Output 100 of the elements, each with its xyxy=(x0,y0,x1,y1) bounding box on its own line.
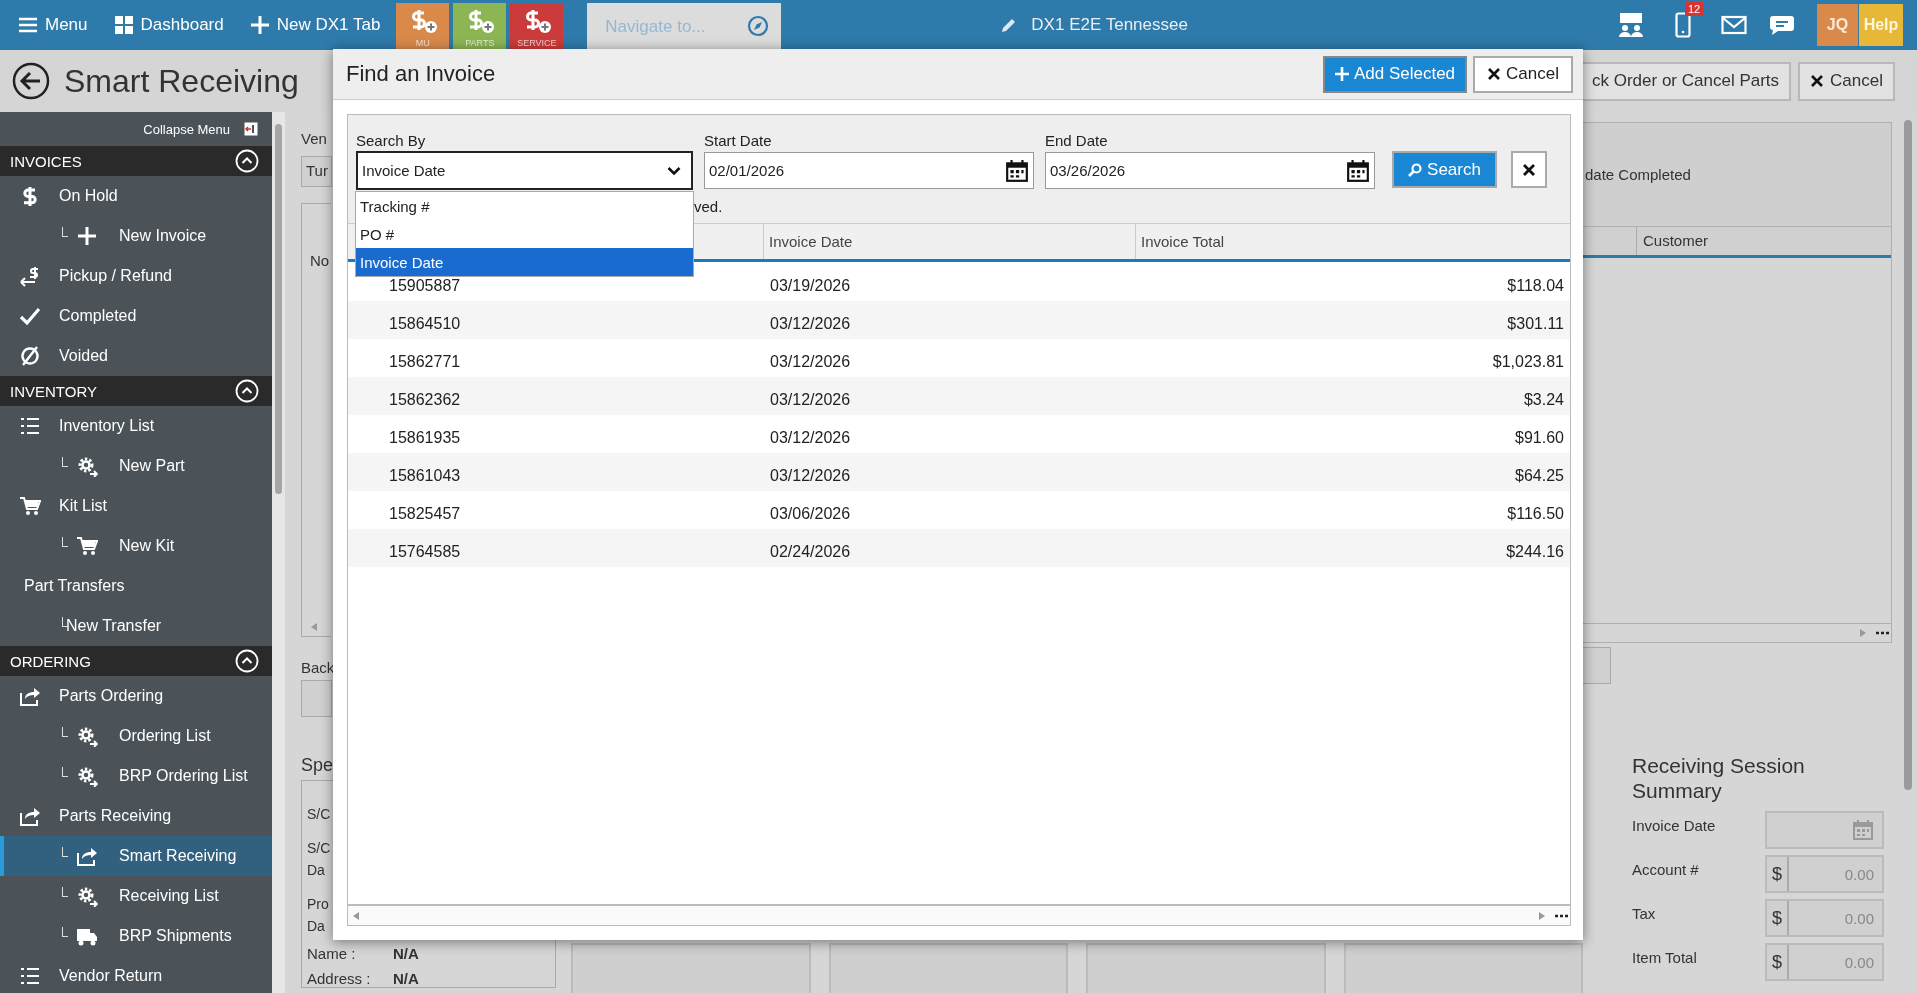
cart-icon xyxy=(76,535,98,557)
phone-icon[interactable] xyxy=(1675,12,1691,38)
sidebar-item[interactable]: Part Transfers xyxy=(0,566,272,606)
collapse-menu-link[interactable]: Collapse Menu xyxy=(143,121,230,137)
check-icon xyxy=(19,305,41,327)
sidebar-item[interactable]: Kit List xyxy=(0,486,272,526)
sidebar-item[interactable]: Smart Receiving xyxy=(0,836,272,876)
sidebar-item[interactable]: BRP Shipments xyxy=(0,916,272,956)
menu-icon xyxy=(18,15,38,35)
table-cell-text: 15862771 xyxy=(388,352,462,371)
sidebar-scrollbar[interactable] xyxy=(272,112,285,993)
table-cell-text: $118.04 xyxy=(1506,276,1565,295)
section-title: INVENTORY xyxy=(10,382,97,400)
page-title: Smart Receiving xyxy=(64,62,299,100)
menu-button[interactable]: Menu xyxy=(18,11,88,39)
section-header[interactable]: ORDERING xyxy=(0,646,272,676)
table-cell-text: 03/12/2026 xyxy=(769,428,852,447)
dropdown-option[interactable]: Tracking # xyxy=(356,192,693,220)
dropdown-option[interactable]: Invoice Date xyxy=(356,248,693,276)
amount-field[interactable]: $ 0.00 xyxy=(1765,899,1884,937)
sidebar-item[interactable]: Pickup / Refund xyxy=(0,256,272,296)
tree-connector xyxy=(62,727,68,737)
input-field[interactable] xyxy=(1583,647,1611,684)
table-cell-text: 15861935 xyxy=(388,428,462,447)
people-board-icon[interactable] xyxy=(1617,12,1645,38)
sidebar-item[interactable]: BRP Ordering List xyxy=(0,756,272,796)
dashboard-button[interactable]: Dashboard xyxy=(113,11,224,39)
scroll-left-icon[interactable] xyxy=(352,910,360,921)
sidebar-item[interactable]: New Part xyxy=(0,446,272,486)
table-cell-text: $116.50 xyxy=(1506,504,1565,523)
field-label: Item Total xyxy=(1632,948,1698,968)
section-header[interactable]: INVOICES xyxy=(0,146,272,176)
section-header[interactable]: INVENTORY xyxy=(0,376,272,406)
sidebar-item[interactable]: New Transfer xyxy=(0,606,272,646)
chat-icon[interactable] xyxy=(1769,14,1795,36)
search-button[interactable]: Search xyxy=(1392,151,1497,188)
navigate-field[interactable]: Navigate to... xyxy=(587,3,782,50)
collapse-icon[interactable] xyxy=(244,122,258,136)
add-selected-button[interactable]: Add Selected xyxy=(1322,55,1468,93)
clear-button[interactable] xyxy=(1511,151,1547,188)
mail-icon[interactable] xyxy=(1721,14,1747,36)
end-date-field[interactable]: 03/26/2026 xyxy=(1045,152,1375,189)
tree-connector xyxy=(62,847,68,857)
table-cell-text: 03/06/2026 xyxy=(769,504,852,523)
scroll-right-icon[interactable] xyxy=(1538,910,1546,921)
table-cell-text: 03/12/2026 xyxy=(769,314,852,333)
search-by-dropdown[interactable]: Invoice Date xyxy=(356,151,693,190)
field-label: End Date xyxy=(1045,132,1109,149)
field-label: Invoice Date xyxy=(1632,816,1717,836)
tree-connector xyxy=(62,537,68,547)
sidebar-item[interactable]: On Hold xyxy=(0,176,272,216)
amount-value: 0.00 xyxy=(1844,953,1875,971)
column-header[interactable]: Invoice Date xyxy=(763,224,1135,259)
sidebar-item[interactable]: Vendor Return xyxy=(0,956,272,993)
amount-field[interactable]: $ 0.00 xyxy=(1765,943,1884,981)
cancel-button[interactable]: Cancel xyxy=(1798,61,1895,101)
tree-connector xyxy=(62,617,68,627)
app-tile[interactable]: SERVICE xyxy=(510,3,564,50)
sidebar-item[interactable]: Receiving List xyxy=(0,876,272,916)
notice-text: ved. xyxy=(694,198,723,215)
arrow-tray-icon xyxy=(19,685,41,707)
sidebar-item[interactable]: Voided xyxy=(0,336,272,376)
sidebar-item[interactable]: Parts Ordering xyxy=(0,676,272,716)
horizontal-scrollbar[interactable] xyxy=(348,904,1570,925)
column-header[interactable]: Invoice Total xyxy=(1135,224,1570,259)
sidebar-item[interactable]: New Invoice xyxy=(0,216,272,256)
field-label: Back xyxy=(301,659,335,676)
dialog-title: Find an Invoice xyxy=(346,61,496,87)
sidebar-item[interactable]: Inventory List xyxy=(0,406,272,446)
start-date-field[interactable]: 02/01/2026 xyxy=(704,152,1034,189)
chevron-circle-icon[interactable] xyxy=(235,379,259,403)
field-label: Search By xyxy=(356,132,427,149)
sidebar-item[interactable]: Completed xyxy=(0,296,272,336)
input-field[interactable] xyxy=(301,680,332,717)
table-cell-text: $244.16 xyxy=(1505,542,1565,561)
table-cell-text: $3.24 xyxy=(1522,390,1565,409)
tree-connector xyxy=(62,767,68,777)
table-cell-text: 02/24/2026 xyxy=(769,542,852,561)
date-field[interactable] xyxy=(1765,811,1884,849)
amount-field[interactable]: $ 0.00 xyxy=(1765,855,1884,893)
arrow-dollar-icon xyxy=(19,265,41,287)
arrow-tray-icon xyxy=(76,845,98,867)
notification-badge: 12 xyxy=(1685,2,1704,16)
sidebar-item[interactable]: New Kit xyxy=(0,526,272,566)
calendar-icon[interactable] xyxy=(1346,158,1370,183)
sidebar-item[interactable]: Ordering List xyxy=(0,716,272,756)
vendor-field[interactable]: Tur xyxy=(301,156,332,187)
calendar-icon[interactable] xyxy=(1005,158,1029,183)
field-value: N/A xyxy=(393,945,419,962)
field-label: Pro Da xyxy=(307,895,330,936)
chevron-circle-icon[interactable] xyxy=(235,649,259,673)
dropdown-option[interactable]: PO # xyxy=(356,220,693,248)
close-icon xyxy=(1522,162,1536,177)
new-tab-button[interactable]: New DX1 Tab xyxy=(249,11,381,39)
cancel-button[interactable]: Cancel xyxy=(1473,55,1573,93)
sidebar-item[interactable]: Parts Receiving xyxy=(0,796,272,836)
chevron-circle-icon[interactable] xyxy=(235,149,259,173)
table-cell-text: $91.60 xyxy=(1514,428,1565,447)
back-order-button[interactable]: ck Order or Cancel Parts xyxy=(1580,61,1792,101)
plus-icon xyxy=(249,15,270,35)
